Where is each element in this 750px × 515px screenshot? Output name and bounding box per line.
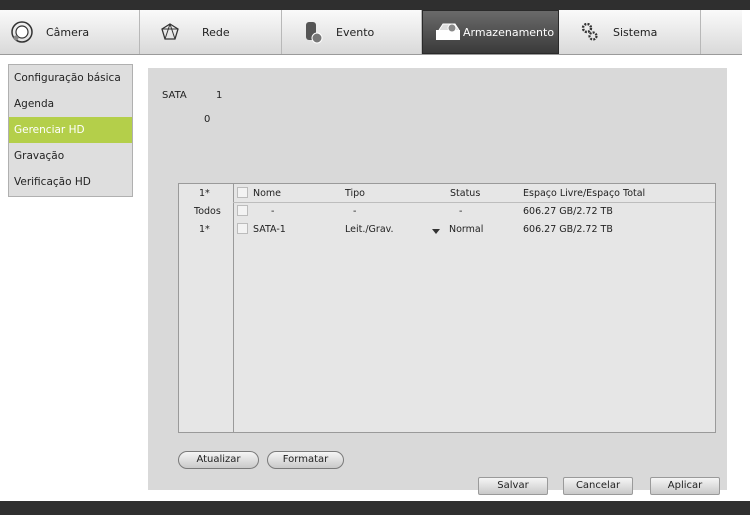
header-id: 1* xyxy=(199,188,210,199)
tab-network-label: Rede xyxy=(202,25,230,39)
chevron-down-icon[interactable] xyxy=(432,229,440,234)
hdd-table: 1* Nome Tipo Status Espaço Livre/Espaço … xyxy=(178,183,716,433)
network-icon xyxy=(160,22,180,42)
tab-storage-label: Armazenamento xyxy=(463,25,555,39)
header-space: Espaço Livre/Espaço Total xyxy=(523,188,646,199)
menu-item-hdd-manage[interactable]: Gerenciar HD xyxy=(9,117,132,143)
row-all-type: - xyxy=(353,206,357,217)
sata-number: 1 xyxy=(216,90,223,101)
event-icon xyxy=(302,20,324,44)
select-all-checkbox[interactable] xyxy=(237,187,248,198)
menu-item-schedule[interactable]: Agenda xyxy=(9,91,132,117)
row-all-checkbox[interactable] xyxy=(237,205,248,216)
bottom-bar xyxy=(0,501,750,515)
row-sata1-type-select[interactable]: Leit./Grav. xyxy=(345,224,394,235)
tab-storage[interactable]: Armazenamento xyxy=(422,10,559,54)
header-type: Tipo xyxy=(345,188,365,199)
apply-button[interactable]: Aplicar xyxy=(650,477,720,495)
tab-event[interactable]: Evento xyxy=(282,10,422,54)
row-all-id: Todos xyxy=(194,206,221,217)
tab-network[interactable]: Rede xyxy=(140,10,282,54)
refresh-button[interactable]: Atualizar xyxy=(178,451,259,469)
menu-item-basic-config[interactable]: Configuração básica xyxy=(9,65,132,91)
storage-icon xyxy=(435,22,461,42)
tab-system[interactable]: Sistema xyxy=(559,10,701,54)
row-all-status: - xyxy=(459,206,463,217)
header-status: Status xyxy=(450,188,481,199)
header-name: Nome xyxy=(253,188,282,199)
tab-system-label: Sistema xyxy=(613,25,658,39)
save-button[interactable]: Salvar xyxy=(478,477,548,495)
format-button[interactable]: Formatar xyxy=(267,451,344,469)
header-divider xyxy=(233,202,715,203)
row-sata1-space: 606.27 GB/2.72 TB xyxy=(523,224,613,235)
row-all-space: 606.27 GB/2.72 TB xyxy=(523,206,613,217)
main-tabs: Câmera Rede Evento Armazenamento Sistema xyxy=(0,10,742,55)
row-sata1-status: Normal xyxy=(449,224,484,235)
id-column xyxy=(179,184,234,432)
menu-item-hdd-check[interactable]: Verificação HD xyxy=(9,169,132,195)
system-gears-icon xyxy=(581,22,599,42)
tab-camera[interactable]: Câmera xyxy=(0,10,140,54)
row-sata1-name: SATA-1 xyxy=(253,224,286,235)
menu-item-recording[interactable]: Gravação xyxy=(9,143,132,169)
top-bar xyxy=(0,0,750,10)
content-panel: SATA 1 0 1* Nome Tipo Status Espaço Livr… xyxy=(148,68,727,495)
tab-event-label: Evento xyxy=(336,25,375,39)
camera-icon xyxy=(10,20,34,44)
sata-label: SATA xyxy=(162,90,187,101)
sata-zero-value: 0 xyxy=(204,114,211,125)
row-sata1-id: 1* xyxy=(199,224,210,235)
row-all-name: - xyxy=(271,206,275,217)
row-sata1-checkbox[interactable] xyxy=(237,223,248,234)
cancel-button[interactable]: Cancelar xyxy=(563,477,633,495)
side-menu: Configuração básica Agenda Gerenciar HD … xyxy=(8,64,133,197)
tab-camera-label: Câmera xyxy=(46,25,90,39)
